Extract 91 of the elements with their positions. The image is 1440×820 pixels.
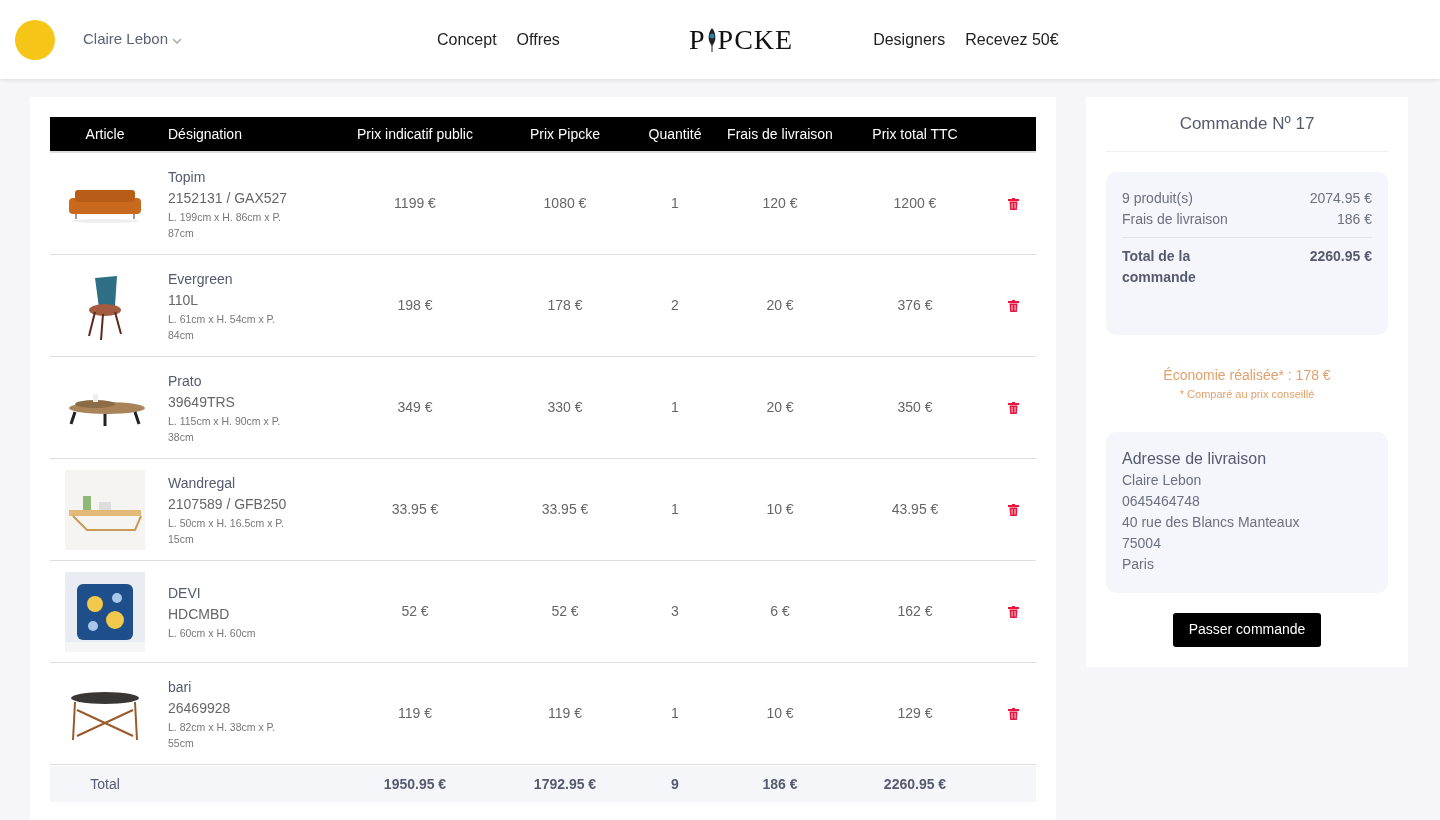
address-line: 40 rue des Blancs Manteaux (1122, 512, 1301, 532)
place-order-button[interactable]: Passer commande (1172, 612, 1322, 647)
product-reference: 2152131 / GAX527 (168, 188, 289, 208)
summary-total-label: Total de la commande (1122, 247, 1197, 287)
table-cell: 1792.95 € (533, 775, 597, 792)
table-cell: 20 € (766, 399, 794, 415)
table-cell: 198 € (397, 297, 433, 313)
table-cell: 330 € (547, 399, 583, 415)
product-dimensions: L. 115cm x H. 90cm x P. 38cm (168, 413, 282, 445)
product-dimensions: L. 50cm x H. 16.5cm x P. 15cm (168, 515, 285, 547)
table-cell: 129 € (897, 705, 933, 721)
table-cell: 119 € (398, 705, 432, 721)
user-name[interactable]: Claire Lebon (83, 28, 169, 51)
table-cell: 350 € (897, 399, 933, 415)
trash-icon[interactable] (1007, 707, 1019, 720)
trash-icon[interactable] (1007, 299, 1019, 312)
product-name: bari (168, 677, 193, 697)
summary-total-value: 2260.95 € (1309, 247, 1372, 266)
table-cell: 186 € (762, 775, 798, 792)
logo-text: PCKE (717, 22, 794, 57)
product-dimensions: L. 82cm x H. 38cm x P. 55cm (168, 719, 277, 751)
product-reference: 110L (168, 290, 200, 310)
logo-text: P (689, 22, 706, 57)
table-cell: 43.95 € (891, 501, 939, 517)
product-name: Evergreen (168, 269, 234, 289)
table-cell: 1080 € (543, 195, 587, 211)
column-header: Désignation (168, 125, 242, 142)
table-cell: 1 (671, 501, 679, 517)
table-cell: 10 € (766, 501, 794, 517)
product-reference: 39649TRS (168, 392, 236, 412)
table-cell: 33.95 € (391, 501, 439, 517)
nav-link[interactable]: Concept (437, 27, 497, 52)
table-cell: 349 € (397, 399, 433, 415)
table-cell: 52 € (551, 603, 579, 619)
product-reference: 2107589 / GFB250 (168, 494, 288, 514)
summary-value: 186 € (1336, 210, 1372, 229)
summary-value: 2074.95 € (1309, 189, 1372, 208)
savings-text: Économie réalisée* : 178 € (1163, 366, 1331, 385)
address-line: Paris (1122, 554, 1155, 574)
trash-icon[interactable] (1007, 197, 1019, 210)
trash-icon[interactable] (1007, 401, 1019, 414)
product-name: DEVI (168, 583, 202, 603)
product-reference: HDCMBD (168, 604, 231, 624)
nav-link[interactable]: Recevez 50€ (965, 27, 1059, 52)
table-cell: 33.95 € (541, 501, 589, 517)
table-cell: 1199 € (394, 195, 436, 211)
table-cell: 1 (671, 705, 679, 721)
summary-label: 9 produit(s) (1122, 189, 1193, 208)
table-cell: 6 € (770, 603, 790, 619)
product-dimensions: L. 60cm x H. 60cm (168, 625, 257, 641)
table-cell: 162 € (897, 603, 933, 619)
trash-icon[interactable] (1007, 503, 1019, 516)
product-name: Wandregal (168, 473, 237, 493)
table-cell: 1950.95 € (383, 775, 447, 792)
table-cell: 52 € (401, 603, 429, 619)
address-line: Claire Lebon (1122, 470, 1203, 490)
table-cell: 2 (671, 297, 679, 313)
trash-icon[interactable] (1007, 605, 1019, 618)
product-dimensions: L. 199cm x H. 86cm x P. 87cm (168, 209, 283, 241)
total-label: Total (90, 775, 120, 792)
table-cell: 20 € (766, 297, 794, 313)
table-cell: 119 € (548, 705, 582, 721)
table-cell: 120 € (762, 195, 798, 211)
nav-link[interactable]: Designers (873, 27, 946, 52)
address-title: Adresse de livraison (1122, 448, 1268, 469)
column-header: Frais de livraison (727, 125, 833, 142)
product-name: Topim (168, 167, 207, 187)
table-cell: 1200 € (893, 195, 937, 211)
table-cell: 10 € (766, 705, 794, 721)
order-title: Commande Nº 17 (1179, 113, 1315, 136)
column-header: Prix indicatif public (357, 125, 473, 142)
table-cell: 2260.95 € (883, 775, 947, 792)
product-name: Prato (168, 371, 203, 391)
logo[interactable]: P PCKE (689, 18, 794, 61)
table-cell: 1 (671, 195, 679, 211)
column-header: Prix Pipcke (530, 125, 600, 142)
column-header: Quantité (648, 125, 702, 142)
table-cell: 3 (671, 603, 679, 619)
table-cell: 178 € (547, 297, 583, 313)
product-reference: 26469928 (168, 698, 232, 718)
savings-note: * Comparé au prix conseillé (1179, 387, 1315, 402)
address-line: 0645464748 (1122, 491, 1201, 511)
nav-link[interactable]: Offres (516, 27, 560, 52)
table-cell: 376 € (897, 297, 933, 313)
address-line: 75004 (1122, 533, 1162, 553)
table-cell: 9 (671, 775, 679, 792)
summary-label: Frais de livraison (1122, 210, 1228, 229)
table-cell: 1 (671, 399, 679, 415)
product-dimensions: L. 61cm x H. 54cm x P. 84cm (168, 311, 277, 343)
column-header: Article (85, 125, 125, 142)
column-header: Prix total TTC (872, 125, 958, 142)
